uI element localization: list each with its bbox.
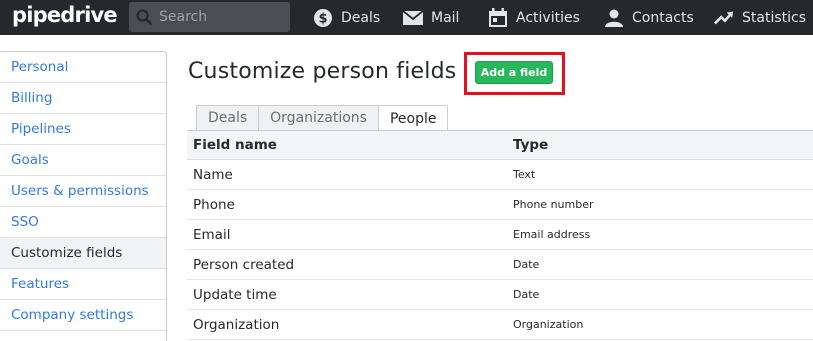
tab-deals[interactable]: Deals [196, 105, 260, 130]
fields-table: Field name Type Name Text Phone Phone nu… [187, 131, 813, 340]
trend-up-icon [714, 8, 734, 28]
nav-mail[interactable]: Mail [403, 0, 459, 35]
tab-organizations[interactable]: Organizations [258, 105, 379, 130]
sidebar-item-users-permissions[interactable]: Users & permissions [0, 176, 166, 207]
nav-deals-label: Deals [341, 9, 381, 26]
tab-people[interactable]: People [377, 105, 449, 131]
top-nav-bar: pipedrive $ Deals Mail Activities Contac… [0, 0, 813, 35]
search-input[interactable] [159, 6, 284, 28]
field-name-cell[interactable]: Name [187, 167, 513, 183]
sidebar-item-billing[interactable]: Billing [0, 83, 166, 114]
sidebar-item-features[interactable]: Features [0, 269, 166, 300]
table-row[interactable]: Update time Date [187, 280, 813, 310]
nav-statistics[interactable]: Statistics [714, 0, 806, 35]
field-name-cell[interactable]: Phone [187, 197, 513, 213]
sidebar-item-goals[interactable]: Goals [0, 145, 166, 176]
table-row[interactable]: Person created Date [187, 250, 813, 280]
table-row[interactable]: Email Email address [187, 220, 813, 250]
envelope-icon [403, 8, 423, 28]
nav-contacts-label: Contacts [632, 9, 694, 26]
sidebar-item-company-settings[interactable]: Company settings [0, 300, 166, 331]
sidebar-item-personal[interactable]: Personal [0, 52, 166, 83]
field-type-cell: Email address [513, 228, 591, 241]
dollar-coin-icon: $ [313, 8, 333, 28]
search-box[interactable] [129, 2, 290, 32]
calendar-icon [488, 8, 508, 28]
field-type-cell: Date [513, 288, 540, 301]
field-type-tabs: Deals Organizations People [196, 105, 449, 131]
svg-text:$: $ [318, 11, 327, 26]
field-name-cell[interactable]: Organization [187, 317, 513, 333]
nav-activities[interactable]: Activities [488, 0, 580, 35]
header-type[interactable]: Type [513, 137, 548, 153]
field-type-cell: Text [513, 168, 536, 181]
nav-statistics-label: Statistics [742, 9, 806, 26]
field-type-cell: Organization [513, 318, 584, 331]
table-row[interactable]: Phone Phone number [187, 190, 813, 220]
person-icon [604, 8, 624, 28]
sidebar-item-sso[interactable]: SSO [0, 207, 166, 238]
pipedrive-logo[interactable]: pipedrive [12, 3, 118, 27]
search-icon [135, 8, 153, 26]
nav-deals[interactable]: $ Deals [313, 0, 380, 35]
field-name-cell[interactable]: Update time [187, 287, 513, 303]
nav-mail-label: Mail [431, 9, 460, 26]
table-row[interactable]: Name Text [187, 160, 813, 190]
field-type-cell: Date [513, 258, 540, 271]
sidebar-item-pipelines[interactable]: Pipelines [0, 114, 166, 145]
table-row[interactable]: Organization Organization [187, 310, 813, 340]
header-field-name[interactable]: Field name [187, 137, 513, 153]
page-title: Customize person fields [188, 59, 457, 84]
field-type-cell: Phone number [513, 198, 594, 211]
nav-activities-label: Activities [516, 9, 580, 26]
add-field-button[interactable]: Add a field [475, 61, 553, 84]
sidebar-item-customize-fields[interactable]: Customize fields [0, 238, 166, 269]
nav-contacts[interactable]: Contacts [604, 0, 694, 35]
field-name-cell[interactable]: Email [187, 227, 513, 243]
table-header: Field name Type [187, 131, 813, 160]
field-name-cell[interactable]: Person created [187, 257, 513, 273]
settings-sidebar: Personal Billing Pipelines Goals Users &… [0, 51, 167, 341]
